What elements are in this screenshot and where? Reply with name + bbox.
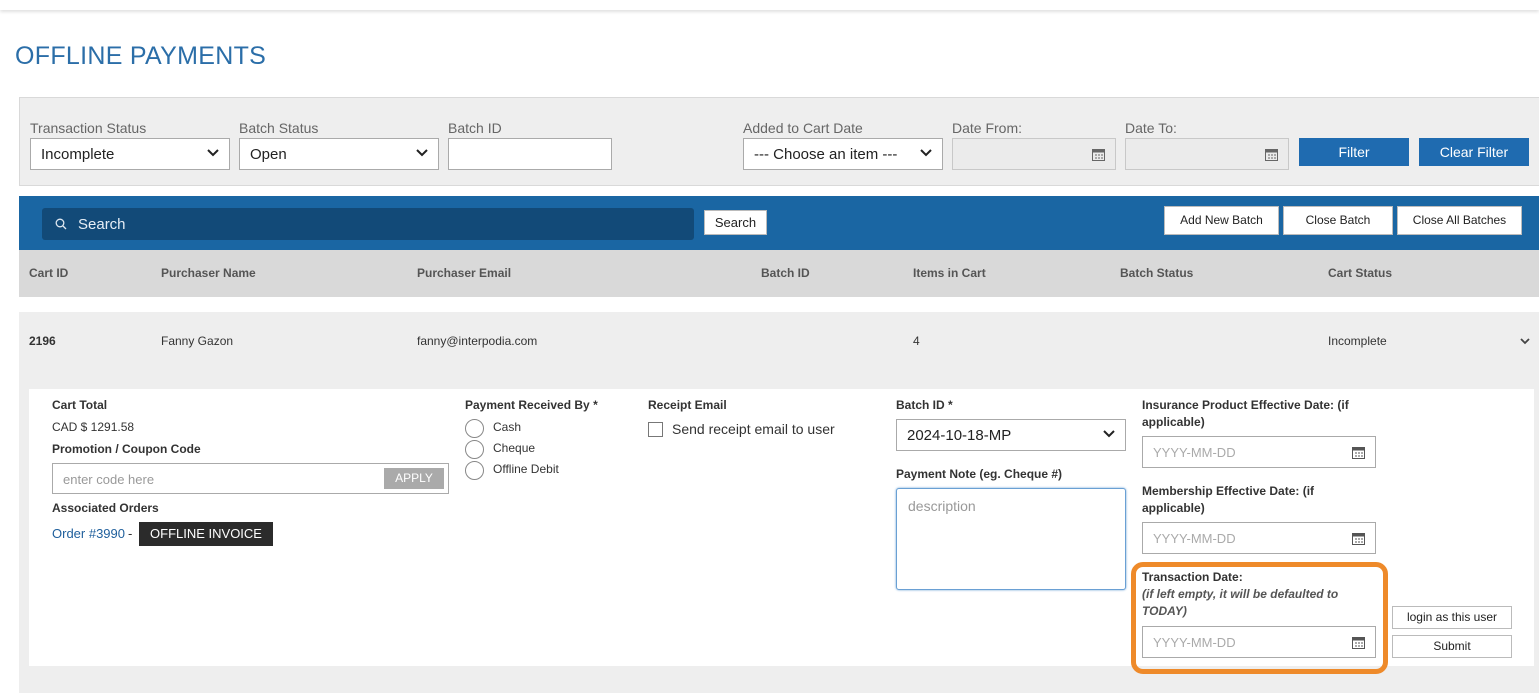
order-link[interactable]: Order #3990 xyxy=(52,526,125,541)
membership-date-label-2: applicable) xyxy=(1142,501,1205,515)
detail-batch-id-value: 2024-10-18-MP xyxy=(907,427,1012,444)
send-receipt-label: Send receipt email to user xyxy=(672,421,835,437)
cart-total-value: CAD $ 1291.58 xyxy=(52,420,135,434)
page-title: OFFLINE PAYMENTS xyxy=(15,42,267,70)
search-placeholder: Search xyxy=(78,216,126,233)
add-new-batch-button[interactable]: Add New Batch xyxy=(1164,206,1279,235)
transaction-status-value: Incomplete xyxy=(41,146,115,163)
login-as-user-button[interactable]: login as this user xyxy=(1392,606,1512,629)
batch-status-label: Batch Status xyxy=(239,120,319,136)
promo-code-label: Promotion / Coupon Code xyxy=(52,442,201,456)
column-header-cart-status[interactable]: Cart Status xyxy=(1328,266,1392,280)
transaction-status-select[interactable]: Incomplete xyxy=(30,138,230,170)
radio-cash[interactable] xyxy=(465,419,484,438)
calendar-icon xyxy=(1265,149,1278,161)
calendar-icon xyxy=(1352,447,1365,459)
column-header-items-in-cart[interactable]: Items in Cart xyxy=(913,266,986,280)
chevron-down-icon xyxy=(416,149,428,157)
batch-id-filter-label: Batch ID xyxy=(448,120,502,136)
chevron-down-icon xyxy=(920,149,932,157)
cell-purchaser-email: fanny@interpodia.com xyxy=(417,334,538,348)
search-input[interactable]: Search xyxy=(42,208,694,240)
transaction-date-highlight xyxy=(1131,562,1388,674)
clear-filter-button[interactable]: Clear Filter xyxy=(1419,138,1529,166)
membership-date-input[interactable]: YYYY-MM-DD xyxy=(1142,522,1376,554)
date-to-input[interactable] xyxy=(1125,138,1289,170)
detail-batch-id-select[interactable]: 2024-10-18-MP xyxy=(896,419,1126,451)
date-from-input[interactable] xyxy=(952,138,1116,170)
column-header-cart-id[interactable]: Cart ID xyxy=(29,266,68,280)
insurance-date-label: Insurance Product Effective Date: (if xyxy=(1142,398,1349,412)
search-button[interactable]: Search xyxy=(704,210,767,235)
column-header-purchaser-name[interactable]: Purchaser Name xyxy=(161,266,256,280)
promo-code-placeholder: enter code here xyxy=(63,472,155,487)
apply-button[interactable]: APPLY xyxy=(384,468,444,489)
membership-date-label: Membership Effective Date: (if xyxy=(1142,484,1315,498)
associated-orders-label: Associated Orders xyxy=(52,501,159,515)
batch-status-select[interactable]: Open xyxy=(239,138,439,170)
offline-invoice-badge[interactable]: OFFLINE INVOICE xyxy=(139,522,273,546)
top-bar xyxy=(0,0,1539,10)
chevron-down-icon xyxy=(1103,430,1115,438)
chevron-down-icon xyxy=(207,149,219,157)
column-header-batch-status[interactable]: Batch Status xyxy=(1120,266,1193,280)
chevron-down-icon[interactable] xyxy=(1519,335,1531,347)
submit-button[interactable]: Submit xyxy=(1392,635,1512,658)
date-to-label: Date To: xyxy=(1125,120,1177,136)
cell-items-in-cart: 4 xyxy=(913,334,920,348)
payment-received-by-label: Payment Received By * xyxy=(465,398,598,412)
cell-cart-id: 2196 xyxy=(29,334,56,348)
radio-cash-label: Cash xyxy=(493,420,522,434)
search-icon xyxy=(55,218,67,230)
cart-total-label: Cart Total xyxy=(52,398,108,412)
radio-offline-debit-label: Offline Debit xyxy=(493,462,559,476)
batch-id-filter-input[interactable] xyxy=(448,138,612,170)
column-header-purchaser-email[interactable]: Purchaser Email xyxy=(417,266,511,280)
promo-code-input[interactable]: enter code here APPLY xyxy=(52,463,449,494)
date-from-label: Date From: xyxy=(952,120,1023,136)
filter-button[interactable]: Filter xyxy=(1299,138,1409,166)
membership-date-placeholder: YYYY-MM-DD xyxy=(1153,531,1236,546)
column-header-batch-id[interactable]: Batch ID xyxy=(761,266,810,280)
added-to-cart-date-label: Added to Cart Date xyxy=(743,120,863,136)
insurance-date-placeholder: YYYY-MM-DD xyxy=(1153,445,1236,460)
receipt-email-label: Receipt Email xyxy=(648,398,727,412)
detail-batch-id-label: Batch ID * xyxy=(896,398,953,412)
calendar-icon xyxy=(1352,533,1365,545)
radio-offline-debit[interactable] xyxy=(465,461,484,480)
payment-note-textarea[interactable]: description xyxy=(896,488,1126,590)
payment-note-label: Payment Note (eg. Cheque #) xyxy=(896,467,1063,481)
send-receipt-checkbox[interactable] xyxy=(648,422,663,437)
cell-purchaser-name: Fanny Gazon xyxy=(161,334,234,348)
radio-cheque[interactable] xyxy=(465,440,484,459)
calendar-icon xyxy=(1092,149,1105,161)
payment-note-placeholder: description xyxy=(908,498,976,514)
added-to-cart-date-select[interactable]: --- Choose an item --- xyxy=(743,138,943,170)
transaction-status-label: Transaction Status xyxy=(30,120,147,136)
table-header: Cart ID Purchaser Name Purchaser Email B… xyxy=(19,250,1539,297)
close-all-batches-button[interactable]: Close All Batches xyxy=(1397,206,1522,235)
insurance-date-input[interactable]: YYYY-MM-DD xyxy=(1142,436,1376,468)
cell-cart-status: Incomplete xyxy=(1328,334,1387,348)
order-separator: - xyxy=(128,526,133,541)
batch-status-value: Open xyxy=(250,146,287,163)
added-to-cart-date-value: --- Choose an item --- xyxy=(754,146,898,163)
insurance-date-label-2: applicable) xyxy=(1142,415,1205,429)
close-batch-button[interactable]: Close Batch xyxy=(1283,206,1393,235)
radio-cheque-label: Cheque xyxy=(493,441,536,455)
